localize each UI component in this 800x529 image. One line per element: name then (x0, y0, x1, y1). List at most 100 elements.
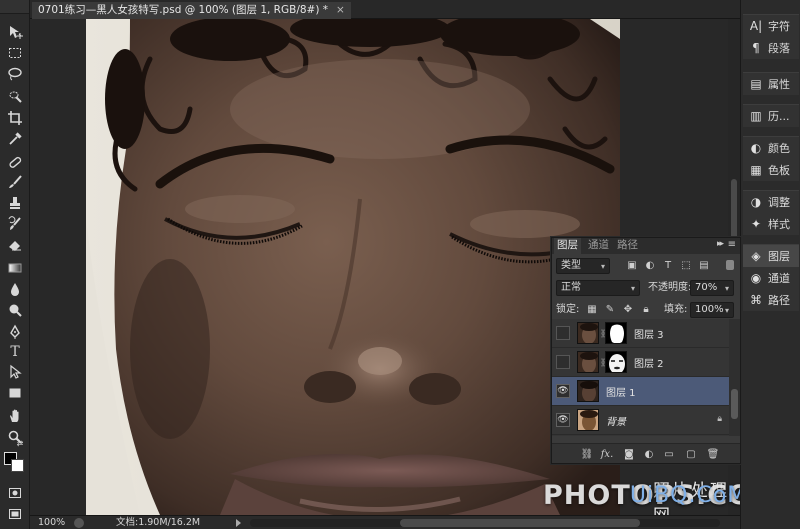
dock-paragraph[interactable]: ¶ 段落 (743, 37, 799, 59)
tools-panel: T ⇄ (0, 0, 30, 529)
status-menu-arrow-icon[interactable] (236, 519, 241, 527)
visibility-eye-icon[interactable]: 👁︎ (556, 413, 570, 427)
layer-name[interactable]: 背景 (606, 413, 626, 428)
background-color-swatch[interactable] (11, 459, 24, 472)
dock-character[interactable]: A| 字符 (743, 15, 799, 37)
fill-label: 填充: (664, 304, 688, 315)
filter-toggle[interactable] (726, 260, 734, 270)
path-select-tool-icon[interactable] (3, 362, 27, 382)
eraser-tool-icon[interactable] (3, 235, 27, 255)
lasso-tool-icon[interactable] (3, 64, 27, 84)
lock-position-icon[interactable]: ✥ (622, 303, 634, 315)
swap-colors-icon[interactable]: ⇄ (14, 438, 26, 448)
horizontal-scrollbar[interactable] (250, 519, 720, 527)
tab-layers[interactable]: 图层 (554, 238, 581, 254)
quick-select-tool-icon[interactable] (3, 86, 27, 106)
dock-group-layers: ◈ 图层 ◉ 通道 ⌘ 路径 (743, 244, 799, 311)
layers-icon: ◈ (751, 249, 761, 263)
brush-tool-icon[interactable] (3, 172, 27, 192)
filter-smart-object-icon[interactable]: ▤ (698, 259, 710, 271)
layer-thumbnail[interactable] (577, 351, 599, 373)
filter-shape-icon[interactable]: ⬚ (680, 259, 692, 271)
dock-adjustments[interactable]: ◑ 调整 (743, 191, 799, 213)
pen-tool-icon[interactable] (3, 322, 27, 342)
layer-thumbnail[interactable] (577, 380, 599, 402)
rect-marquee-tool-icon[interactable] (3, 43, 27, 63)
healing-brush-tool-icon[interactable] (3, 152, 27, 172)
character-icon: A| (749, 19, 763, 33)
layer-mask-thumbnail[interactable] (605, 351, 627, 373)
dock-layers[interactable]: ◈ 图层 (743, 245, 799, 267)
dodge-tool-icon[interactable] (3, 300, 27, 320)
screen-mode-icon[interactable] (3, 504, 27, 524)
collapse-panel-icon[interactable]: ▸▸ (717, 239, 724, 249)
fx-icon[interactable]: fx. (600, 447, 614, 461)
swatches-icon: ▦ (750, 163, 762, 177)
status-info-icon[interactable] (74, 518, 84, 528)
gradient-tool-icon[interactable] (3, 258, 27, 278)
adjustment-layer-icon[interactable]: ◐ (642, 447, 656, 461)
horizontal-scroll-thumb[interactable] (400, 519, 640, 527)
dock-swatches[interactable]: ▦ 色板 (743, 159, 799, 181)
visibility-eye-icon[interactable]: 👁︎ (556, 384, 570, 398)
layer-row[interactable]: ⛓︎ 图层 3 (552, 319, 730, 348)
filter-adjustment-icon[interactable]: ◐ (644, 259, 656, 271)
tab-paths[interactable]: 路径 (614, 238, 641, 254)
panel-menu-icon[interactable]: ≡ (728, 239, 736, 250)
visibility-toggle[interactable] (556, 355, 570, 369)
dock-paths[interactable]: ⌘ 路径 (743, 289, 799, 311)
eyedropper-tool-icon[interactable] (3, 129, 27, 149)
filter-kind-dropdown[interactable]: 类型 ▾ (556, 258, 610, 274)
toolbar-grip[interactable] (0, 0, 29, 14)
shape-tool-icon[interactable] (3, 383, 27, 403)
layer-list-scroll-thumb[interactable] (731, 389, 738, 419)
add-mask-icon[interactable]: ◙ (622, 447, 636, 461)
layer-list-scrollbar[interactable] (729, 319, 740, 436)
layer-thumbnail[interactable] (577, 322, 599, 344)
document-tab[interactable]: 0701练习—黑人女孩特写.psd @ 100% (图层 1, RGB/8#) … (32, 2, 351, 19)
filter-pixel-icon[interactable]: ▣ (626, 259, 638, 271)
close-tab-icon[interactable]: × (336, 4, 345, 16)
trash-icon[interactable]: 🗑︎ (706, 447, 720, 461)
layers-panel: 图层 通道 路径 ▸▸ ≡ 类型 ▾ ▣ ◐ T ⬚ ▤ 正常 ▾ 不透明度: 70… (551, 237, 741, 464)
crop-tool-icon[interactable] (3, 108, 27, 128)
blur-tool-icon[interactable] (3, 279, 27, 299)
tab-channels[interactable]: 通道 (585, 238, 612, 254)
layer-name[interactable]: 图层 3 (634, 326, 664, 341)
blend-mode-value: 正常 (561, 282, 581, 293)
dock-styles[interactable]: ✦ 样式 (743, 213, 799, 235)
blend-mode-dropdown[interactable]: 正常 ▾ (556, 280, 640, 296)
move-tool-icon[interactable] (3, 22, 27, 42)
layer-mask-thumbnail[interactable] (605, 322, 627, 344)
layer-name[interactable]: 图层 1 (606, 384, 636, 399)
dock-channels[interactable]: ◉ 通道 (743, 267, 799, 289)
opacity-field[interactable]: 70% ▾ (690, 280, 734, 296)
zoom-level[interactable]: 100% (38, 516, 65, 529)
layer-row[interactable]: ⛓︎ 图层 2 (552, 348, 730, 377)
visibility-toggle[interactable] (556, 326, 570, 340)
history-brush-tool-icon[interactable] (3, 214, 27, 234)
opacity-label: 不透明度: (648, 282, 692, 293)
lock-all-icon[interactable]: 🔒︎ (640, 303, 652, 315)
filter-type-icon[interactable]: T (662, 259, 674, 271)
layer-row[interactable]: 👁︎ 背景 🔒︎ (552, 406, 730, 435)
channels-icon: ◉ (750, 271, 762, 285)
group-icon[interactable]: ▭ (662, 447, 676, 461)
dock-history[interactable]: ▥ 历... (743, 105, 799, 127)
layer-thumbnail[interactable] (577, 409, 599, 431)
type-tool-icon[interactable]: T (3, 342, 27, 362)
new-layer-icon[interactable]: ▢ (684, 447, 698, 461)
hand-tool-icon[interactable] (3, 406, 27, 426)
layer-list: ⛓︎ 图层 3 ⛓︎ 图层 2 👁︎ 图层 1 (552, 319, 730, 436)
lock-transparent-icon[interactable]: ▦ (586, 303, 598, 315)
link-icon[interactable]: ⛓︎ (580, 447, 594, 461)
layer-row-selected[interactable]: 👁︎ 图层 1 (552, 377, 730, 406)
dock-group-adjustments: ◑ 调整 ✦ 样式 (743, 190, 799, 235)
layer-name[interactable]: 图层 2 (634, 355, 664, 370)
clone-stamp-tool-icon[interactable] (3, 193, 27, 213)
quick-mask-icon[interactable] (3, 483, 27, 503)
fill-field[interactable]: 100% ▾ (690, 302, 734, 318)
lock-image-icon[interactable]: ✎ (604, 303, 616, 315)
dock-properties[interactable]: ▤ 属性 (743, 73, 799, 95)
dock-color[interactable]: ◐ 颜色 (743, 137, 799, 159)
